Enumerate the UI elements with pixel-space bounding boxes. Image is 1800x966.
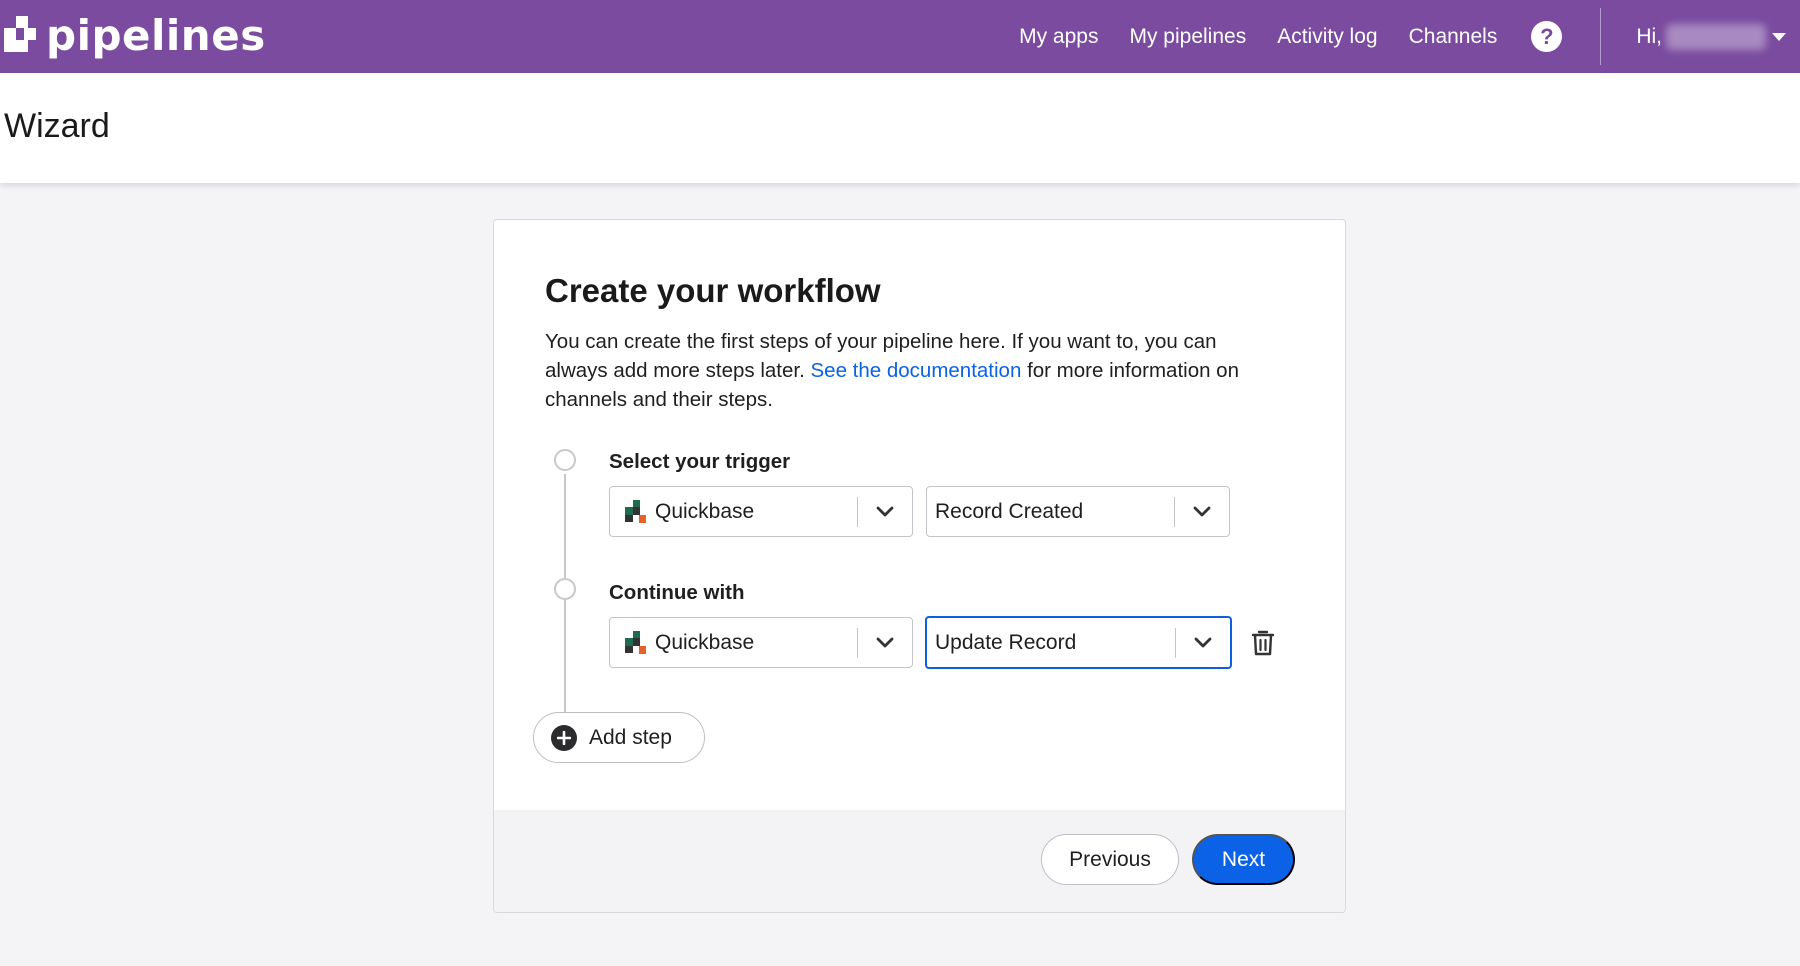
step-2-label: Continue with bbox=[609, 581, 745, 604]
nav-divider bbox=[1600, 8, 1602, 65]
step-1-label: Select your trigger bbox=[609, 450, 791, 473]
chevron-down-icon[interactable] bbox=[858, 487, 912, 536]
pipelines-logo[interactable]: pipelines bbox=[4, 12, 266, 60]
timeline-dot-1 bbox=[554, 449, 576, 471]
timeline-line bbox=[564, 474, 566, 732]
nav-links: My apps My pipelines Activity log Channe… bbox=[1019, 0, 1800, 73]
top-nav: pipelines My apps My pipelines Activity … bbox=[0, 0, 1800, 73]
nav-my-apps[interactable]: My apps bbox=[1019, 25, 1098, 49]
page-title: Wizard bbox=[4, 107, 110, 145]
previous-button[interactable]: Previous bbox=[1041, 834, 1179, 885]
wizard-card: Create your workflow You can create the … bbox=[493, 219, 1346, 913]
step-1-channel-select[interactable]: Quickbase bbox=[609, 486, 913, 537]
quickbase-icon bbox=[625, 499, 646, 523]
wizard-heading: Create your workflow bbox=[545, 272, 881, 309]
pipelines-logo-icon bbox=[4, 16, 36, 52]
chevron-down-icon[interactable] bbox=[1175, 487, 1229, 536]
wizard-description: You can create the first steps of your p… bbox=[545, 327, 1275, 414]
caret-down-icon bbox=[1772, 32, 1786, 41]
wizard-footer: Previous Next bbox=[494, 810, 1345, 912]
plus-circle-icon bbox=[551, 724, 577, 751]
step-1-action-value: Record Created bbox=[935, 499, 1084, 523]
step-1-channel-value: Quickbase bbox=[655, 499, 755, 523]
nav-my-pipelines[interactable]: My pipelines bbox=[1129, 25, 1246, 49]
timeline-dot-2 bbox=[554, 578, 576, 600]
quickbase-icon bbox=[625, 630, 646, 654]
step-2-channel-select[interactable]: Quickbase bbox=[609, 617, 913, 668]
documentation-link[interactable]: See the documentation bbox=[811, 359, 1022, 382]
step-2-action-value: Update Record bbox=[935, 630, 1077, 654]
trash-icon[interactable] bbox=[1250, 629, 1276, 657]
add-step-label: Add step bbox=[589, 725, 672, 749]
brand-name: pipelines bbox=[46, 11, 266, 60]
user-menu[interactable]: Hi, bbox=[1636, 23, 1786, 50]
chevron-down-icon[interactable] bbox=[858, 618, 912, 667]
chevron-down-icon[interactable] bbox=[1176, 618, 1230, 667]
help-icon[interactable]: ? bbox=[1531, 21, 1563, 52]
add-step-button[interactable]: Add step bbox=[533, 712, 705, 763]
step-1-action-select[interactable]: Record Created bbox=[926, 486, 1230, 537]
step-2-channel-value: Quickbase bbox=[655, 630, 755, 654]
nav-activity-log[interactable]: Activity log bbox=[1277, 25, 1377, 49]
greeting-text: Hi, bbox=[1636, 24, 1662, 48]
page-header: Wizard bbox=[0, 73, 1800, 183]
step-2-action-select[interactable]: Update Record bbox=[925, 616, 1232, 669]
nav-channels[interactable]: Channels bbox=[1409, 25, 1498, 49]
redacted-username bbox=[1666, 23, 1766, 50]
next-button[interactable]: Next bbox=[1192, 834, 1295, 885]
